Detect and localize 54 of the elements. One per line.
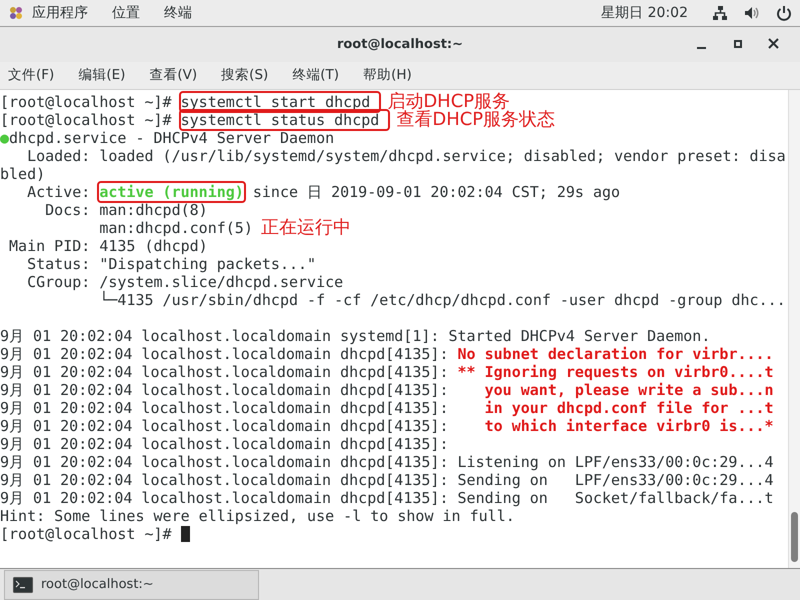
menu-item[interactable]: 文件(F) [8, 65, 54, 86]
terminal-text: 9月 01 20:02:04 localhost.localdomain dhcpd[4135]: [0, 363, 450, 381]
terminal-text: 9月 01 20:02:04 localhost.localdomain dhcpd[4135]: [0, 381, 450, 399]
terminal-text: [root@localhost ~]# [0, 111, 173, 129]
highlighted-text: systemctl start dhcpd [180, 93, 380, 111]
terminal-text: Docs: man:dhcpd(8) [44, 201, 208, 219]
terminal-text: 9月 01 20:02:04 localhost.localdomain dhcpd[4135]: Sending on LPF/ens33/00:0c:29...4 [0, 471, 774, 489]
terminal-text: [root@localhost ~]# [0, 93, 173, 111]
terminal-text: CGroup: /system.slice/dhcpd.service [26, 273, 344, 291]
network-icon[interactable] [712, 5, 728, 21]
error-text: to which interface virbr0 is...* [484, 417, 774, 435]
window-title: root@localhost:~ [336, 36, 464, 54]
highlighted-text: systemctl status dhcpd [180, 111, 388, 129]
terminal-icon [13, 576, 33, 592]
terminal-text: 9月 01 20:02:04 localhost.localdomain dhcpd[4135]: [0, 345, 450, 363]
terminal-text: Hint: Some lines were ellipsized, use -l to show in full. [0, 507, 515, 525]
taskbar-button[interactable]: root@localhost:~ [4, 570, 259, 600]
terminal-text: 9月 01 20:02:04 localhost.localdomain dhcpd[4135]: Listening on LPF/ens33/00:0c:29...4 [0, 453, 774, 471]
terminal-text: Loaded: loaded (/usr/lib/systemd/system/dhcpd.service; disabled; vendor preset: disa [26, 147, 786, 165]
top-menu-item[interactable]: 终端 [164, 2, 192, 24]
scrollbar[interactable] [788, 90, 800, 568]
clock[interactable]: 星期日 20:02 [601, 2, 688, 24]
error-text: in your dhcpd.conf file for ...t [484, 399, 774, 417]
terminal-text: ● [0, 129, 10, 147]
apps-icon[interactable] [8, 5, 24, 21]
terminal-text: bled) [0, 165, 46, 183]
top-menu-item[interactable]: 位置 [112, 2, 140, 24]
terminal-text: 9月 01 20:02:04 localhost.localdomain dhcpd[4135]: [0, 399, 450, 417]
error-text: No subnet declaration for virbr.... [458, 345, 774, 363]
terminal-text: [root@localhost ~]# [0, 525, 173, 543]
error-text: ** Ignoring requests on virbr0....t [458, 363, 774, 381]
terminal-text: Status: "Dispatching packets..." [26, 255, 316, 273]
terminal-text: Active: [26, 183, 92, 201]
highlighted-text: active (running) [99, 183, 244, 201]
terminal-text: since 日 2019-09-01 20:02:04 CST; 29s ago [252, 183, 620, 201]
error-text: you want, please write a sub...n [484, 381, 774, 399]
terminal-text: 9月 01 20:02:04 localhost.localdomain dhcpd[4135]: Sending on Socket/fallback/fa...t [0, 489, 774, 507]
terminal-text: 9月 01 20:02:04 localhost.localdomain dhcpd[4135]: [0, 417, 450, 435]
annotation-text: 正在运行中 [260, 217, 351, 238]
terminal-text: 9月 01 20:02:04 localhost.localdomain dhcpd[4135]: [0, 435, 448, 453]
top-menu-item[interactable]: 应用程序 [32, 2, 88, 24]
menu-item[interactable]: 终端(T) [292, 65, 340, 86]
menu-item[interactable]: 搜索(S) [221, 65, 268, 86]
menu-item[interactable]: 帮助(H) [363, 65, 412, 86]
terminal-text: dhcpd.service - DHCPv4 Server Daemon [9, 129, 334, 147]
power-icon[interactable] [776, 5, 792, 21]
terminal-text: Main PID: 4135 (dhcpd) [8, 237, 208, 255]
menu-item[interactable]: 查看(V) [149, 65, 198, 86]
terminal-text: └─4135 /usr/sbin/dhcpd -f -cf /etc/dhcp/dhcpd.conf -user dhcpd -group dhc... [98, 291, 786, 309]
terminal-text: 9月 01 20:02:04 localhost.localdomain systemd[1]: Started DHCPv4 Server Daemon. [0, 327, 710, 345]
menu-item[interactable]: 编辑(E) [78, 65, 126, 86]
volume-icon[interactable] [744, 5, 760, 21]
terminal-text: man:dhcpd.conf(5) [98, 219, 253, 237]
annotation-text: 查看DHCP服务状态 [396, 109, 556, 130]
